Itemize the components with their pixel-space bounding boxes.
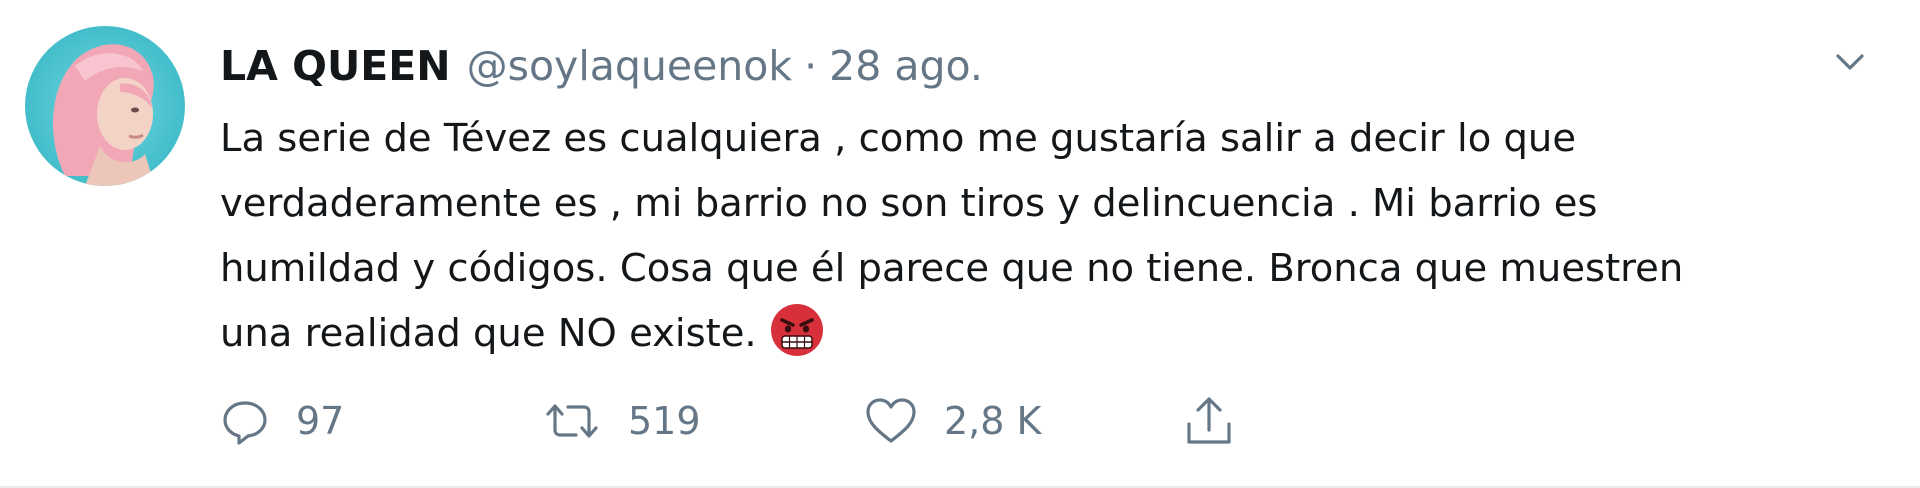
like-count: 2,8 K xyxy=(944,399,1042,443)
tweet-header: LA QUEEN @soylaqueenok · 28 ago. xyxy=(220,38,983,94)
user-handle[interactable]: @soylaqueenok xyxy=(467,42,793,90)
display-name[interactable]: LA QUEEN xyxy=(220,42,451,90)
tweet-text-line-last: una realidad que NO existe. xyxy=(220,301,1860,366)
retweet-icon xyxy=(546,404,598,438)
separator-dot: · xyxy=(804,42,818,90)
share-icon xyxy=(1187,397,1231,444)
tweet-text-line: humildad y códigos. Cosa que él parece q… xyxy=(220,246,1684,291)
share-button[interactable] xyxy=(1182,391,1236,451)
tweet-actions: 97 519 2,8 K xyxy=(220,391,1240,451)
angry-face-emoji-icon xyxy=(769,302,825,358)
reply-count: 97 xyxy=(296,399,345,443)
retweet-button[interactable]: 519 xyxy=(542,391,701,451)
tweet-text-line: La serie de Tévez es cualquiera , como m… xyxy=(220,116,1577,161)
avatar-image xyxy=(25,26,185,186)
tweet-text-line: verdaderamente es , mi barrio no son tir… xyxy=(220,181,1598,226)
heart-icon xyxy=(866,398,916,443)
avatar[interactable] xyxy=(25,26,185,186)
chevron-down-icon xyxy=(1836,54,1864,70)
tweet-text-line-content: una realidad que NO existe. xyxy=(220,311,757,356)
like-button[interactable]: 2,8 K xyxy=(864,391,1041,451)
tweet-text: La serie de Tévez es cualquiera , como m… xyxy=(220,106,1860,366)
tweet-card[interactable]: LA QUEEN @soylaqueenok · 28 ago. La seri… xyxy=(0,0,1920,488)
tweet-date[interactable]: 28 ago. xyxy=(829,42,983,90)
reply-button[interactable]: 97 xyxy=(220,391,344,451)
tweet-menu-button[interactable] xyxy=(1828,44,1872,80)
retweet-count: 519 xyxy=(628,399,701,443)
reply-icon xyxy=(223,401,267,445)
